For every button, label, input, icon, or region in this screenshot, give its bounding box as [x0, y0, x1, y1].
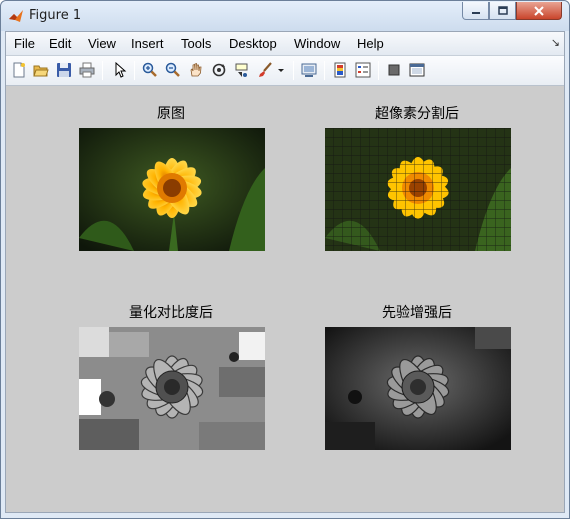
link-plot-button[interactable] [299, 60, 319, 80]
title-bar[interactable]: Figure 1 [1, 1, 569, 31]
toolbar-separator [102, 61, 103, 80]
toolbar-separator [293, 61, 294, 80]
brush-button[interactable] [255, 60, 275, 80]
zoom-in-button[interactable] [140, 60, 160, 80]
close-button[interactable] [516, 2, 562, 20]
brush-dropdown-icon [278, 69, 284, 72]
window-title: Figure 1 [29, 8, 82, 23]
colorbar-icon [334, 62, 346, 78]
toolbar-separator [378, 61, 379, 80]
open-file-icon [33, 65, 49, 77]
print-icon [79, 62, 95, 78]
superpixel-image [325, 128, 511, 251]
link-plot-icon [301, 63, 317, 77]
figure-window: Figure 1 File Edit View Insert Tools Des… [0, 0, 570, 519]
original-image [79, 128, 265, 251]
matlab-logo-icon [9, 10, 23, 22]
client-area: File Edit View Insert Tools Desktop Wind… [5, 31, 565, 513]
quantized-contrast-image [79, 327, 265, 450]
new-figure-button[interactable] [9, 60, 29, 80]
menu-desktop[interactable]: Desktop [229, 36, 277, 51]
menu-tools[interactable]: Tools [181, 36, 211, 51]
colorbar-button[interactable] [330, 60, 350, 80]
hide-plot-tools-icon [388, 64, 400, 76]
rotate-3d-button[interactable] [209, 60, 229, 80]
window-controls [462, 2, 562, 20]
maximize-button[interactable] [489, 2, 516, 20]
zoom-out-button[interactable] [163, 60, 183, 80]
maximize-icon [497, 6, 508, 15]
zoom-in-icon [142, 62, 157, 77]
data-cursor-icon [235, 63, 248, 77]
brush-icon [259, 62, 272, 77]
menu-file[interactable]: File [14, 36, 35, 51]
menu-insert[interactable]: Insert [131, 36, 164, 51]
edit-plot-arrow-icon [115, 62, 127, 78]
data-cursor-button[interactable] [232, 60, 252, 80]
close-icon [534, 5, 544, 16]
brush-dropdown-button[interactable] [276, 60, 286, 80]
show-plot-tools-button[interactable] [407, 60, 427, 80]
rotate-3d-icon [212, 63, 226, 77]
menu-view[interactable]: View [88, 36, 116, 51]
pan-hand-icon [190, 62, 202, 77]
zoom-out-icon [165, 62, 180, 77]
toolbar-separator [134, 61, 135, 80]
minimize-icon [471, 11, 480, 14]
prior-enhanced-image [325, 327, 511, 450]
axis-title-quantized: 量化对比度后 [129, 305, 213, 321]
pan-button[interactable] [186, 60, 206, 80]
open-file-button[interactable] [31, 60, 51, 80]
menu-window[interactable]: Window [294, 36, 340, 51]
save-icon [57, 63, 71, 77]
axis-title-superpixel: 超像素分割后 [375, 106, 459, 122]
axis-title-prior-enhanced: 先验增强后 [382, 305, 452, 321]
axis-title-original: 原图 [157, 106, 185, 122]
print-button[interactable] [77, 60, 97, 80]
dock-arrow-icon[interactable]: ↘ [551, 36, 560, 49]
show-plot-tools-icon [409, 63, 425, 77]
hide-plot-tools-button[interactable] [384, 60, 404, 80]
legend-icon [355, 62, 371, 78]
new-figure-icon [13, 62, 25, 78]
save-button[interactable] [54, 60, 74, 80]
edit-plot-button[interactable] [110, 60, 130, 80]
menu-help[interactable]: Help [357, 36, 384, 51]
menu-edit[interactable]: Edit [49, 36, 71, 51]
figure-canvas[interactable]: 原图 超像素分割后 量化对比度后 先验增强后 [6, 86, 564, 512]
menu-bar: File Edit View Insert Tools Desktop Wind… [6, 32, 564, 56]
figure-toolbar [6, 56, 564, 86]
toolbar-separator [324, 61, 325, 80]
minimize-button[interactable] [462, 2, 489, 20]
legend-button[interactable] [353, 60, 373, 80]
